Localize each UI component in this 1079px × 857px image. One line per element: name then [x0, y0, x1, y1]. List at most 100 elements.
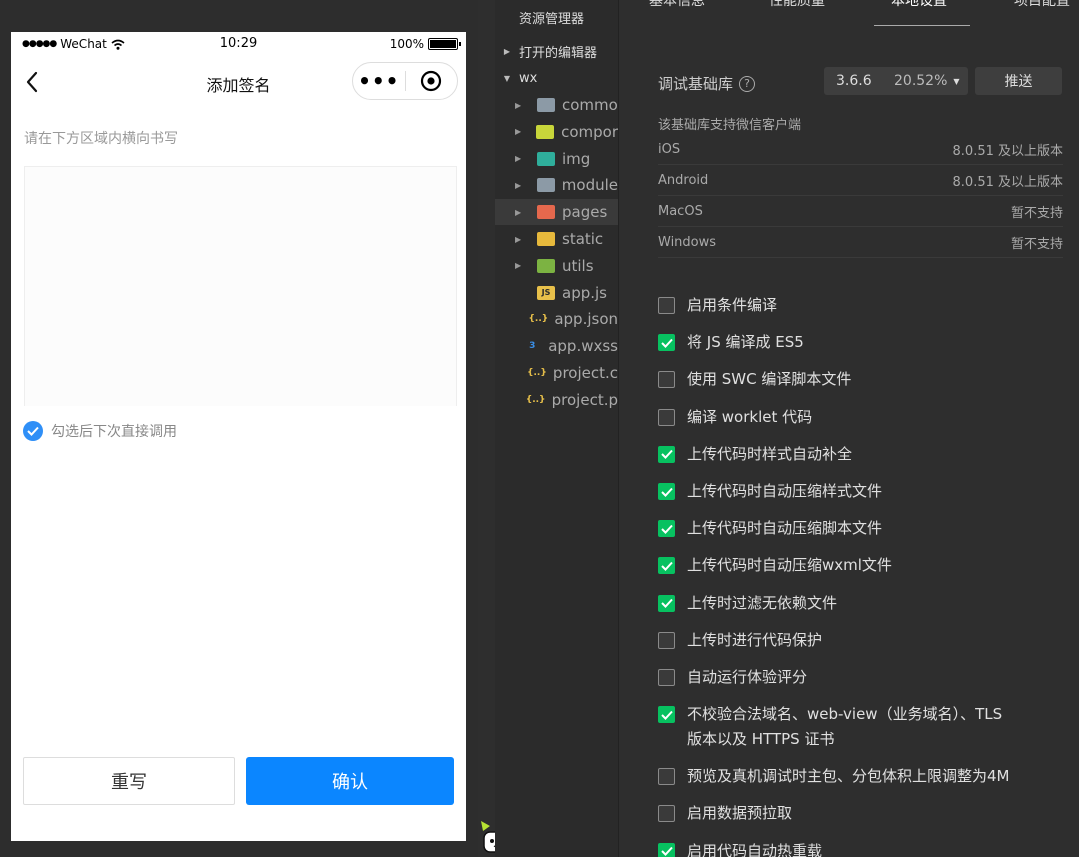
tree-item[interactable]: {..} project.p — [495, 387, 618, 413]
remember-checkbox[interactable]: 勾选后下次直接调用 — [23, 421, 177, 441]
tree-item[interactable]: ▶ commo — [495, 92, 618, 118]
more-icon[interactable]: ••• — [353, 71, 405, 91]
option-row[interactable]: 启用数据预拉取 — [658, 801, 792, 826]
active-tab-indicator — [874, 25, 970, 26]
sign-hint: 请在下方区域内横向书写 — [24, 131, 178, 147]
js-file-icon: JS — [537, 285, 555, 300]
checkbox[interactable] — [658, 334, 675, 352]
tree-item[interactable]: {..} project.c — [495, 360, 618, 386]
tree-item[interactable]: JS app.js — [495, 280, 618, 306]
chevron-right-icon: ▶ — [515, 234, 522, 244]
simulator-panel: ●●●●● WeChat 10:29 100% 添加签名 ••• 请在下方区域内… — [0, 0, 478, 857]
tree-item[interactable]: ▶ compor — [495, 119, 618, 145]
checkbox[interactable] — [658, 297, 675, 314]
close-miniprogram-icon[interactable] — [405, 70, 457, 92]
option-row[interactable]: 上传时过滤无依赖文件 — [658, 591, 837, 616]
tree-item-label: pages — [562, 203, 608, 222]
support-row: Android 8.0.51 及以上版本 — [658, 165, 1063, 196]
option-label: 编译 worklet 代码 — [687, 407, 813, 426]
settings-panel: 基本信息 性能质量 本地设置 项目配置 调试基础库 ? 3.6.6 20.52%… — [618, 0, 1079, 857]
checkbox[interactable] — [658, 483, 675, 500]
platform-support: 暂不支持 — [1010, 205, 1063, 221]
option-row[interactable]: 编译 worklet 代码 — [658, 405, 812, 430]
checkbox[interactable] — [658, 557, 675, 575]
option-row[interactable]: 使用 SWC 编译脚本文件 — [658, 367, 851, 392]
tree-item[interactable]: ▶ pages — [495, 199, 618, 226]
option-label: 自动运行体验评分 — [687, 668, 808, 686]
status-bar: ●●●●● WeChat 10:29 100% — [11, 32, 466, 58]
battery-icon — [428, 38, 461, 50]
checkbox[interactable] — [658, 520, 675, 538]
option-label-line2: 版本以及 HTTPS 证书 — [687, 730, 835, 749]
project-root[interactable]: ▼ wx — [495, 65, 618, 91]
folder-icon — [537, 98, 555, 112]
checkbox[interactable] — [658, 842, 675, 857]
pages-folder-icon — [537, 205, 555, 220]
explorer-title: 资源管理器 — [519, 12, 585, 27]
chevron-right-icon: ▶ — [515, 154, 522, 164]
option-row[interactable]: 自动运行体验评分 — [658, 665, 807, 690]
checkbox[interactable] — [658, 631, 675, 649]
tab-project-config[interactable]: 项目配置 — [1014, 0, 1070, 10]
tree-item-label: img — [562, 149, 591, 168]
checkbox[interactable] — [658, 768, 675, 786]
tree-item-label: project.p — [551, 390, 618, 409]
option-label: 上传代码时样式自动补全 — [687, 444, 853, 463]
confirm-button[interactable]: 确认 — [246, 757, 454, 805]
tree-item[interactable]: ▶ static — [495, 226, 618, 252]
checkbox[interactable] — [658, 594, 675, 612]
tree-item-label: module — [561, 176, 618, 195]
help-icon[interactable]: ? — [739, 75, 756, 92]
platform-support: 暂不支持 — [1010, 236, 1063, 252]
platform-name: Windows — [658, 234, 717, 250]
option-label: 上传代码时自动压缩脚本文件 — [687, 519, 883, 538]
checkbox[interactable] — [658, 408, 675, 426]
tree-item[interactable]: ▶ utils — [495, 253, 618, 279]
tree-item-label: app.json — [554, 310, 618, 329]
rewrite-button[interactable]: 重写 — [23, 757, 235, 805]
support-row: iOS 8.0.51 及以上版本 — [658, 134, 1063, 165]
option-row[interactable]: 上传时进行代码保护 — [658, 628, 822, 653]
checkbox[interactable] — [658, 445, 675, 463]
option-row[interactable]: 不校验合法域名、web-view（业务域名）、TLS 版本以及 HTTPS 证书 — [658, 702, 1002, 752]
image-folder-icon — [537, 151, 555, 166]
checkbox[interactable] — [658, 669, 675, 686]
tree-item[interactable]: ▶ module — [495, 172, 618, 198]
folder-icon — [536, 178, 555, 193]
tree-item[interactable]: 3 app.wxss — [495, 333, 618, 359]
json-file-icon: {..} — [525, 394, 546, 405]
option-row[interactable]: 预览及真机调试时主包、分包体积上限调整为4M — [658, 764, 1010, 789]
option-label: 启用代码自动热重载 — [687, 841, 823, 857]
option-row[interactable]: 启用代码自动热重载 — [658, 839, 822, 857]
option-label: 启用数据预拉取 — [687, 804, 793, 823]
option-row[interactable]: 上传代码时样式自动补全 — [658, 442, 852, 467]
signature-canvas[interactable] — [24, 166, 457, 406]
option-row[interactable]: 将 JS 编译成 ES5 — [658, 330, 804, 355]
option-row[interactable]: 上传代码时自动压缩wxml文件 — [658, 553, 892, 578]
checkbox[interactable] — [658, 371, 675, 389]
menu-capsule: ••• — [352, 62, 458, 100]
tree-item-label: app.wxss — [548, 337, 618, 356]
tree-item[interactable]: {..} app.json — [495, 306, 619, 332]
checkbox[interactable] — [658, 706, 675, 724]
chevron-right-icon: ▶ — [515, 100, 522, 110]
remember-label: 勾选后下次直接调用 — [51, 424, 177, 440]
chevron-right-icon: ▶ — [503, 46, 511, 56]
tab-basic-info[interactable]: 基本信息 — [649, 0, 705, 10]
option-row[interactable]: 启用条件编译 — [658, 293, 777, 318]
check-circle-icon[interactable] — [23, 421, 43, 441]
platform-name: Android — [658, 172, 709, 188]
tree-item[interactable]: ▶ img — [495, 146, 618, 172]
tab-performance[interactable]: 性能质量 — [769, 0, 825, 10]
tab-local-settings[interactable]: 本地设置 — [891, 0, 947, 10]
open-editors-section[interactable]: ▶ 打开的编辑器 — [495, 38, 618, 64]
option-row[interactable]: 上传代码时自动压缩脚本文件 — [658, 516, 882, 541]
phone-screen: ●●●●● WeChat 10:29 100% 添加签名 ••• 请在下方区域内… — [11, 32, 466, 841]
option-row[interactable]: 上传代码时自动压缩样式文件 — [658, 479, 882, 504]
push-button[interactable]: 推送 — [975, 67, 1062, 95]
lib-version-select[interactable]: 3.6.6 20.52% ▼ — [824, 67, 968, 95]
platform-name: iOS — [658, 141, 681, 157]
checkbox[interactable] — [658, 805, 675, 823]
chevron-right-icon: ▶ — [515, 261, 522, 271]
option-label: 上传代码时自动压缩样式文件 — [687, 482, 883, 500]
